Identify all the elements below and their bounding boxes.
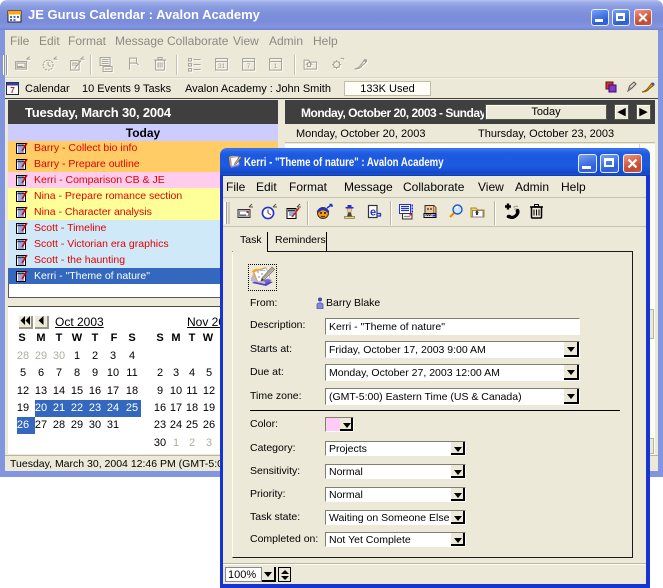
svg-text:e: e: [370, 207, 376, 219]
svg-text:31: 31: [218, 63, 226, 70]
svg-text:7: 7: [10, 86, 15, 95]
svg-text:1: 1: [274, 63, 278, 70]
svg-text:7: 7: [247, 63, 251, 70]
